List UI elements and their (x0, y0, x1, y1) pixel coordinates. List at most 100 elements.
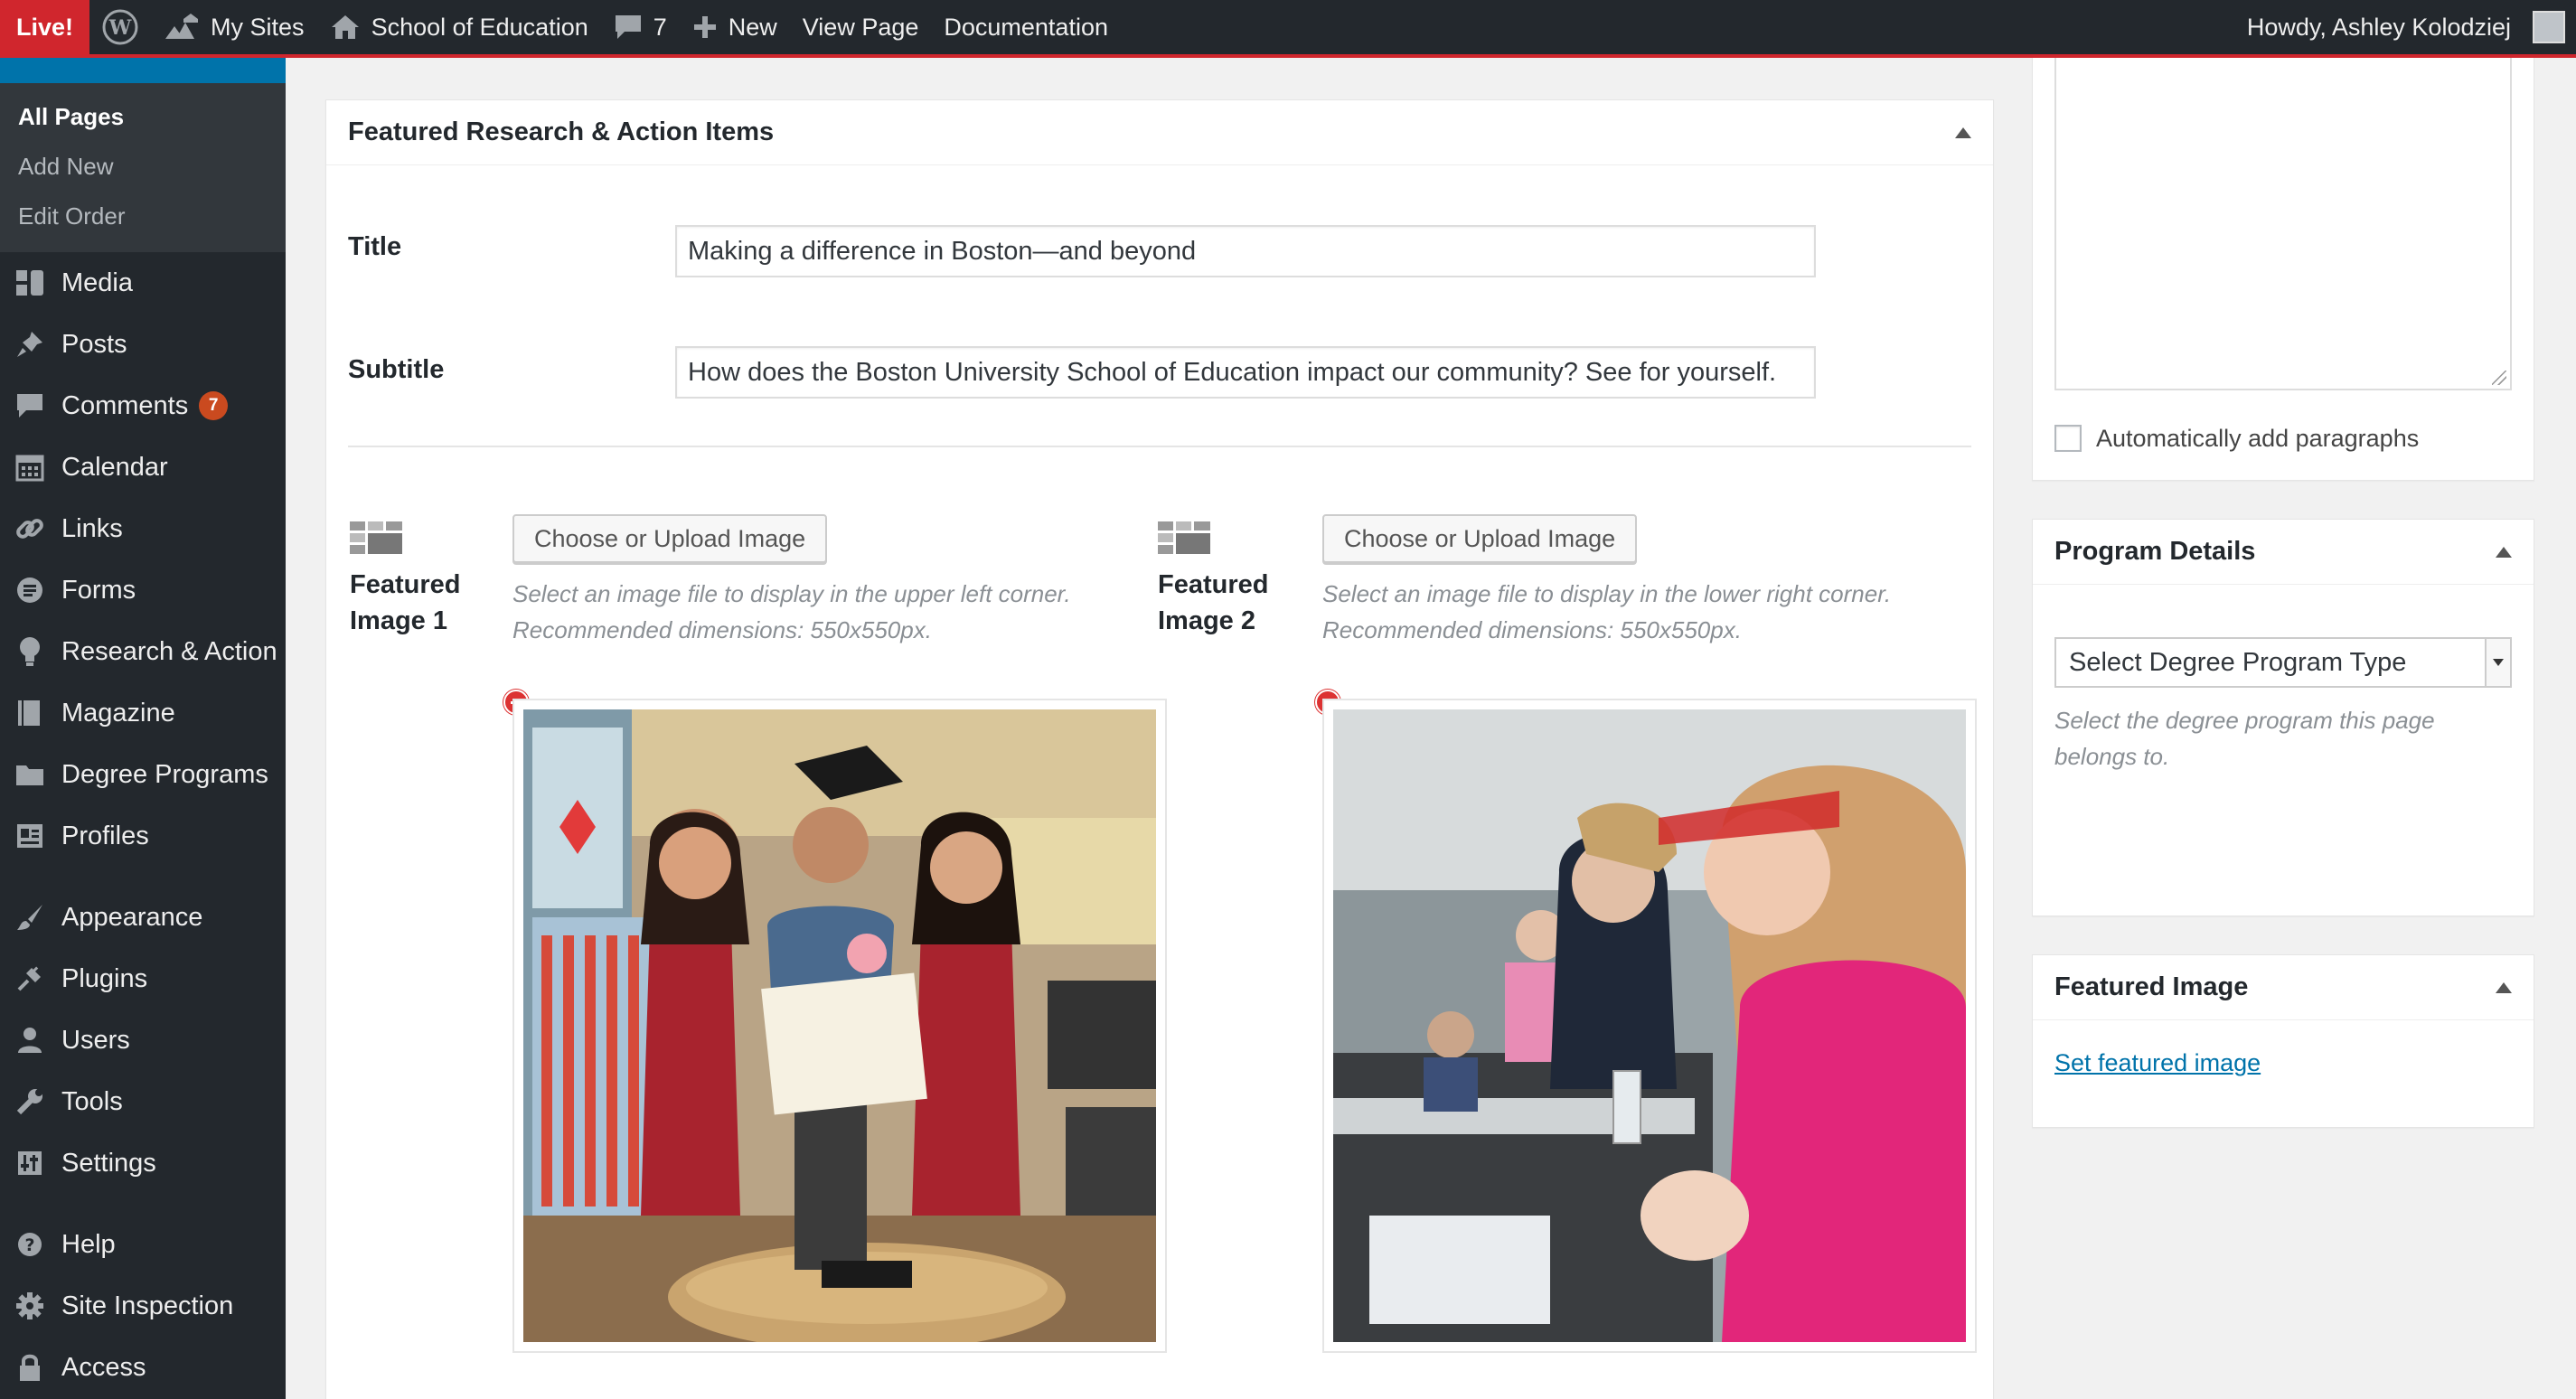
comment-icon (615, 15, 641, 39)
desc-line: Recommended dimensions: 550x550px. (512, 616, 932, 643)
menu-item-appearance[interactable]: Appearance (0, 887, 286, 948)
program-details-metabox: Program Details Select Degree Program Ty… (2032, 519, 2534, 916)
menu-item-media[interactable]: Media (0, 252, 286, 314)
auto-paragraphs-label[interactable]: Automatically add paragraphs (2096, 425, 2419, 453)
choose-image-1-button[interactable]: Choose or Upload Image (512, 514, 828, 563)
comments-count-badge: 7 (199, 391, 229, 420)
documentation-link[interactable]: Documentation (931, 0, 1121, 54)
chevron-down-icon[interactable] (2485, 639, 2510, 686)
lab-photo (1333, 709, 1966, 1342)
plus-icon (693, 16, 716, 38)
menu-item-label: Users (61, 1025, 130, 1055)
help-icon: ? (13, 1229, 47, 1260)
user-icon (13, 1025, 47, 1056)
comments-menu[interactable]: 7 (601, 0, 680, 54)
submenu-add-new[interactable]: Add New (0, 142, 286, 192)
featured-image-2-preview[interactable] (1322, 699, 1977, 1353)
menu-item-label: Access (61, 1352, 146, 1382)
menu-item-label: Tools (61, 1086, 123, 1116)
menu-item-degree-programs[interactable]: Degree Programs (0, 744, 286, 805)
menu-item-label: Degree Programs (61, 759, 268, 789)
collapse-arrow-icon[interactable] (2496, 981, 2512, 993)
auto-paragraphs-checkbox[interactable] (2054, 425, 2082, 452)
metabox-title: Featured Research & Action Items (348, 117, 775, 146)
menu-item-label: Site Inspection (61, 1291, 234, 1320)
metabox-header[interactable]: Featured Image (2033, 955, 2534, 1020)
menu-item-label: Comments (61, 390, 189, 420)
excerpt-metabox: Automatically add paragraphs (2032, 36, 2534, 481)
wordpress-icon: W (102, 9, 138, 45)
folder-icon (13, 759, 47, 790)
submenu-all-pages[interactable]: All Pages (0, 92, 286, 142)
comments-count: 7 (653, 13, 667, 41)
set-featured-image-link[interactable]: Set featured image (2054, 1049, 2261, 1077)
live-badge[interactable]: Live! (0, 0, 90, 54)
lock-icon (13, 1352, 47, 1383)
label-line: Featured (350, 570, 461, 599)
menu-item-plugins[interactable]: Plugins (0, 948, 286, 1009)
degree-program-type-select[interactable]: Select Degree Program Type (2054, 637, 2512, 688)
menu-item-magazine[interactable]: Magazine (0, 682, 286, 744)
metabox-title: Featured Image (2054, 972, 2249, 1001)
desc-line: Recommended dimensions: 550x550px. (1322, 616, 1742, 643)
view-page-link[interactable]: View Page (790, 0, 932, 54)
menu-item-posts[interactable]: Posts (0, 314, 286, 375)
pages-menu-current[interactable] (0, 58, 286, 83)
plug-icon (13, 963, 47, 994)
collapse-arrow-icon[interactable] (2496, 546, 2512, 558)
menu-item-site-inspection[interactable]: Site Inspection (0, 1275, 286, 1337)
metabox-title: Program Details (2054, 537, 2256, 566)
my-sites-label: My Sites (211, 13, 305, 41)
svg-text:W: W (108, 16, 132, 40)
comment-icon (13, 390, 47, 421)
menu-item-profiles[interactable]: Profiles (0, 805, 286, 867)
collapse-arrow-icon[interactable] (1955, 127, 1971, 138)
desc-line: Select the degree program this page (2054, 707, 2435, 734)
account-menu[interactable]: Howdy, Ashley Kolodziej (2234, 0, 2576, 54)
title-input[interactable]: Making a difference in Boston—and beyond (675, 225, 1816, 277)
menu-item-label: Calendar (61, 452, 168, 482)
wordpress-menu[interactable]: W (89, 0, 151, 54)
menu-separator (0, 1194, 286, 1214)
menu-item-calendar[interactable]: Calendar (0, 437, 286, 498)
submenu-edit-order[interactable]: Edit Order (0, 192, 286, 241)
menu-item-access[interactable]: Access (0, 1337, 286, 1398)
menu-item-label: Research & Action (61, 636, 277, 666)
menu-item-forms[interactable]: Forms (0, 559, 286, 621)
featured-image-metabox: Featured Image Set featured image (2032, 954, 2534, 1128)
menu-item-label: Magazine (61, 698, 175, 728)
link-icon (13, 513, 47, 544)
image-2-description: Select an image file to display in the l… (1322, 576, 1891, 648)
resize-handle-icon[interactable] (2492, 371, 2506, 385)
featured-image-2-label: Featured Image 2 (1158, 567, 1268, 639)
menu-item-links[interactable]: Links (0, 498, 286, 559)
pin-icon (13, 329, 47, 360)
main-menu: Media Posts Comments 7 Calendar Links Fo… (0, 252, 286, 1398)
my-sites-menu[interactable]: My Sites (151, 0, 317, 54)
metabox-header[interactable]: Program Details (2033, 520, 2534, 585)
menu-item-users[interactable]: Users (0, 1009, 286, 1071)
choose-image-2-button[interactable]: Choose or Upload Image (1322, 514, 1638, 563)
menu-item-label: Appearance (61, 902, 203, 932)
menu-item-research-action[interactable]: Research & Action (0, 621, 286, 682)
menu-item-tools[interactable]: Tools (0, 1071, 286, 1132)
site-name-menu[interactable]: School of Education (317, 0, 601, 54)
featured-image-1-preview[interactable] (512, 699, 1167, 1353)
excerpt-textarea[interactable] (2054, 36, 2512, 390)
avatar (2533, 11, 2565, 43)
menu-item-label: Forms (61, 575, 136, 605)
menu-item-help[interactable]: ? Help (0, 1214, 286, 1275)
new-content-menu[interactable]: New (680, 0, 790, 54)
media-icon (13, 268, 47, 298)
metabox-header[interactable]: Featured Research & Action Items (326, 100, 1993, 165)
menu-item-label: Help (61, 1229, 116, 1259)
label-line: Image 1 (350, 606, 447, 635)
svg-text:?: ? (24, 1235, 34, 1255)
desc-line: Select an image file to display in the l… (1322, 580, 1892, 607)
new-label: New (728, 13, 777, 41)
menu-item-settings[interactable]: Settings (0, 1132, 286, 1194)
calendar-icon (13, 452, 47, 483)
subtitle-input[interactable]: How does the Boston University School of… (675, 346, 1816, 399)
menu-item-comments[interactable]: Comments 7 (0, 375, 286, 437)
home-icon (331, 15, 359, 39)
